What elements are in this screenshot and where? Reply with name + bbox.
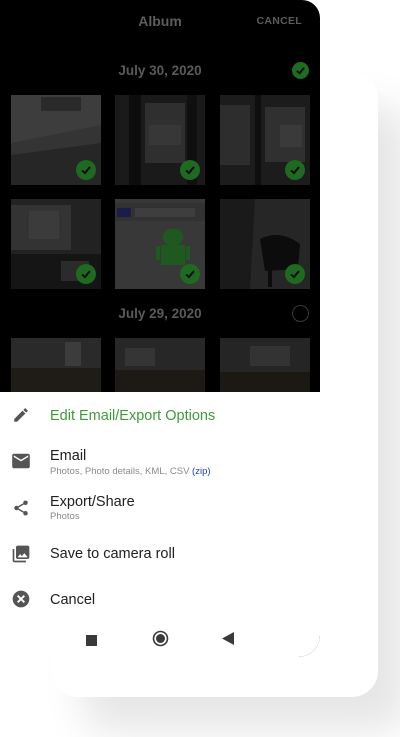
email-sublabel: Photos, Photo details, KML, CSV (zip) — [50, 466, 211, 477]
system-nav-bar — [0, 624, 320, 654]
section-header-july-30: July 30, 2020 — [0, 59, 320, 83]
photo-thumbnail[interactable] — [115, 199, 205, 289]
nav-back-icon[interactable] — [222, 632, 234, 650]
section-select-check[interactable] — [292, 62, 309, 79]
nav-home-icon[interactable] — [152, 630, 169, 652]
email-label: Email — [50, 448, 87, 464]
check-icon — [290, 166, 300, 175]
section-select-check[interactable] — [292, 305, 309, 322]
cancel-item[interactable]: Cancel — [0, 580, 320, 622]
photo-thumbnail[interactable] — [220, 199, 310, 289]
camera-roll-label: Save to camera roll — [50, 546, 175, 562]
image-icon — [10, 543, 32, 565]
check-icon — [290, 270, 300, 279]
cancel-circle-icon — [10, 588, 32, 610]
section-date: July 29, 2020 — [118, 306, 202, 321]
email-item[interactable]: Email Photos, Photo details, KML, CSV (z… — [0, 442, 320, 484]
pencil-icon — [10, 404, 32, 426]
check-icon — [185, 166, 195, 175]
camera-roll-item[interactable]: Save to camera roll — [0, 534, 320, 576]
edit-options-label: Edit Email/Export Options — [50, 408, 216, 424]
phone-screen: Album CANCEL July 30, 2020 July 29, 2020… — [0, 0, 320, 657]
top-bar: Album CANCEL — [0, 0, 320, 44]
photo-thumbnail[interactable] — [220, 338, 310, 392]
zip-note: (zip) — [192, 466, 211, 477]
edit-options-item[interactable]: Edit Email/Export Options — [0, 394, 320, 436]
selected-check — [76, 264, 96, 284]
check-icon — [81, 166, 91, 175]
export-share-label: Export/Share — [50, 494, 135, 510]
selected-check — [180, 160, 200, 180]
selected-check — [180, 264, 200, 284]
cancel-label: Cancel — [50, 592, 96, 608]
photo-thumbnail[interactable] — [220, 95, 310, 185]
check-icon — [185, 270, 195, 279]
photo-thumbnail[interactable] — [11, 199, 101, 289]
section-header-july-29: July 29, 2020 — [0, 302, 320, 326]
photo-thumbnail[interactable] — [115, 95, 205, 185]
share-icon — [10, 497, 32, 519]
photo-thumbnail[interactable] — [11, 95, 101, 185]
cancel-top-button[interactable]: CANCEL — [256, 15, 302, 27]
nav-square-icon[interactable] — [86, 633, 97, 651]
check-icon — [296, 67, 305, 75]
section-date: July 30, 2020 — [118, 63, 202, 78]
check-icon — [81, 270, 91, 279]
photo-thumbnail[interactable] — [11, 338, 101, 392]
export-share-sublabel: Photos — [50, 511, 80, 522]
selected-check — [285, 160, 305, 180]
export-bottom-sheet: Edit Email/Export Options Email Photos, … — [0, 392, 320, 657]
export-share-item[interactable]: Export/Share Photos — [0, 488, 320, 530]
selected-check — [285, 264, 305, 284]
photo-thumbnail[interactable] — [115, 338, 205, 392]
selected-check — [76, 160, 96, 180]
mail-icon — [10, 450, 32, 472]
